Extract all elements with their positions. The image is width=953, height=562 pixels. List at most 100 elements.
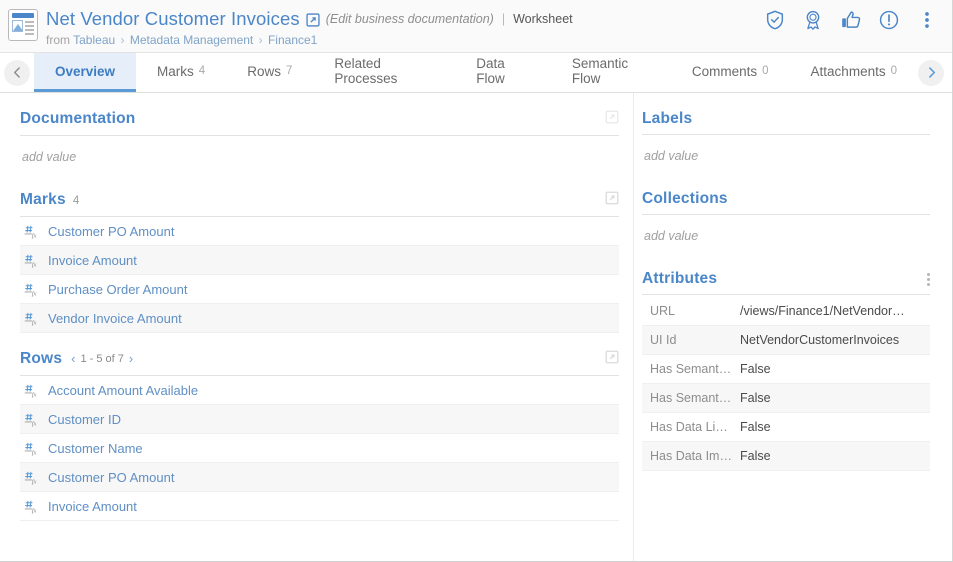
section-title: Documentation [20,110,136,127]
section-title: Marks [20,191,66,208]
attribute-value: False [740,391,771,405]
external-link-icon[interactable] [605,350,619,369]
page-content: Documentation add value Marks 4 fx Custo… [0,93,952,561]
attributes-section-header: Attributes [642,253,930,295]
list-item[interactable]: fx Account Amount Available [20,376,619,405]
list-item[interactable]: fx Invoice Amount [20,246,619,275]
list-item-label: Invoice Amount [48,498,137,514]
tab-related-processes[interactable]: Related Processes [313,53,455,92]
tab-data-flow[interactable]: Data Flow [455,53,551,92]
tab-label: Semantic Flow [571,56,629,86]
svg-text:fx: fx [32,507,37,513]
tab-marks[interactable]: Marks 4 [136,53,226,92]
labels-add-value[interactable]: add value [642,135,930,173]
attribute-value: NetVendorCustomerInvoices [740,333,900,347]
warning-circle-icon[interactable] [878,9,900,31]
tab-comments[interactable]: Comments 0 [671,53,790,92]
table-row[interactable]: Has Data Im… False [642,442,930,471]
pager-prev-button[interactable]: ‹ [71,352,75,365]
documentation-section-header: Documentation [20,93,619,136]
tab-semantic-flow[interactable]: Semantic Flow [551,53,671,92]
tab-label: Comments [691,63,758,79]
tabs: Overview Marks 4 Rows 7 Related Processe… [34,53,918,92]
rows-list: fx Account Amount Available fx Customer … [20,376,619,521]
numeric-calculated-field-icon: fx [24,499,39,514]
marks-list: fx Customer PO Amount fx Invoice Amount … [20,217,619,333]
attribute-key: Has Data Im… [650,449,732,463]
breadcrumb-item-finance1[interactable]: Finance1 [268,33,317,47]
section-title: Attributes [642,270,718,287]
breadcrumb-item-tableau[interactable]: Tableau [73,33,115,47]
more-options-icon[interactable] [916,9,938,31]
tab-overview[interactable]: Overview [34,53,137,92]
tab-count: 0 [762,65,769,77]
list-item-label: Customer Name [48,440,143,456]
thumbs-up-icon[interactable] [840,9,862,31]
pager-next-button[interactable]: › [129,352,133,365]
numeric-calculated-field-icon: fx [24,470,39,485]
svg-text:fx: fx [32,261,37,267]
documentation-add-value[interactable]: add value [20,136,619,174]
tabs-scroll-right-button[interactable] [918,59,944,86]
list-item[interactable]: fx Customer PO Amount [20,463,619,492]
breadcrumb: from Tableau › Metadata Management › Fin… [46,33,754,47]
breadcrumb-item-metadata-management[interactable]: Metadata Management [130,33,253,47]
collections-add-value[interactable]: add value [642,215,930,253]
svg-text:fx: fx [32,290,37,296]
list-item[interactable]: fx Vendor Invoice Amount [20,304,619,333]
section-count: 4 [72,195,80,207]
attribute-value: False [740,420,771,434]
tab-rows[interactable]: Rows 7 [226,53,313,92]
breadcrumb-prefix: from [46,33,70,47]
list-item[interactable]: fx Invoice Amount [20,492,619,521]
tab-count: 4 [198,65,206,77]
table-row[interactable]: URL /views/Finance1/NetVendor… [642,297,930,326]
left-column: Documentation add value Marks 4 fx Custo… [0,93,633,561]
table-row[interactable]: Has Data Li… False [642,413,930,442]
header-separator: | [501,12,506,26]
list-item-label: Invoice Amount [48,252,137,268]
list-item-label: Account Amount Available [48,382,199,398]
page-title[interactable]: Net Vendor Customer Invoices [46,8,300,30]
attribute-value: /views/Finance1/NetVendor… [740,304,905,318]
more-options-icon[interactable] [927,272,930,286]
numeric-calculated-field-icon: fx [24,224,39,239]
section-title: Labels [642,110,693,127]
list-item-label: Vendor Invoice Amount [48,310,182,326]
numeric-calculated-field-icon: fx [24,311,39,326]
external-link-icon[interactable] [605,110,619,129]
table-row[interactable]: UI Id NetVendorCustomerInvoices [642,326,930,355]
page-header: Net Vendor Customer Invoices (Edit busin… [0,0,952,53]
tab-attachments[interactable]: Attachments 0 [790,53,918,92]
attributes-table: URL /views/Finance1/NetVendor… UI Id Net… [642,297,930,471]
attribute-key: Has Semant… [650,391,732,405]
external-link-icon[interactable] [605,191,619,210]
breadcrumb-arrow: › [258,33,263,47]
external-link-icon[interactable] [306,13,320,27]
tabs-scroll-left-button[interactable] [4,59,30,86]
header-actions [754,7,952,31]
pager-range: 1 - 5 of 7 [80,352,124,365]
list-item[interactable]: fx Customer ID [20,405,619,434]
svg-text:fx: fx [32,449,37,455]
right-column: Labels add value Collections add value A… [633,93,952,561]
list-item[interactable]: fx Purchase Order Amount [20,275,619,304]
certify-shield-icon[interactable] [764,9,786,31]
tab-bar: Overview Marks 4 Rows 7 Related Processe… [0,53,952,93]
numeric-calculated-field-icon: fx [24,383,39,398]
section-title: Rows [20,350,63,367]
edit-business-documentation-link[interactable]: (Edit business documentation) [326,12,494,26]
numeric-calculated-field-icon: fx [24,412,39,427]
svg-text:fx: fx [32,391,37,397]
attribute-key: Has Data Li… [650,420,728,434]
list-item-label: Customer PO Amount [48,223,175,239]
list-item[interactable]: fx Customer PO Amount [20,217,619,246]
endorsement-ribbon-icon[interactable] [802,9,824,31]
table-row[interactable]: Has Semant… False [642,355,930,384]
list-item[interactable]: fx Customer Name [20,434,619,463]
svg-text:fx: fx [32,232,37,238]
svg-text:fx: fx [32,319,37,325]
title-block: Net Vendor Customer Invoices (Edit busin… [46,7,754,47]
table-row[interactable]: Has Semant… False [642,384,930,413]
labels-section-header: Labels [642,93,930,135]
